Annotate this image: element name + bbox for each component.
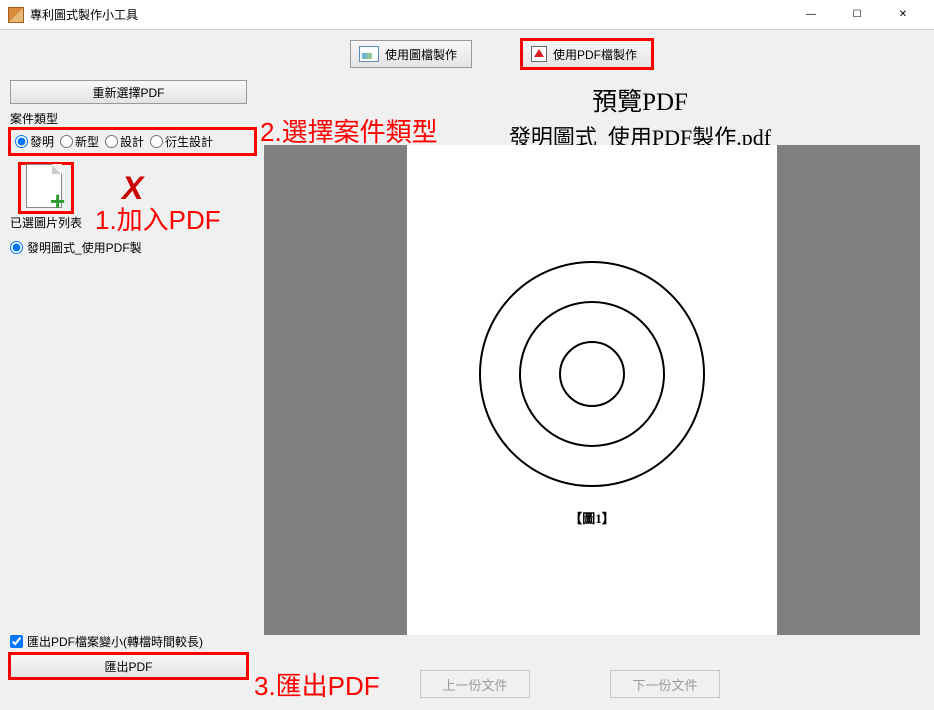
app-icon [8,7,24,23]
case-type-label: 案件類型 [10,110,255,127]
content-area: 使用圖檔製作 使用PDF檔製作 重新選擇PDF 案件類型 發明 新型 設計 衍生… [0,30,934,710]
add-file-button[interactable]: + [20,164,72,212]
use-pdf-label: 使用PDF檔製作 [553,46,637,63]
image-icon [359,46,379,62]
case-type-group: 案件類型 發明 新型 設計 衍生設計 [10,110,255,154]
top-button-row: 使用圖檔製作 使用PDF檔製作 [350,40,652,68]
icon-row: + X [10,164,255,212]
preview-header: 預覽PDF 發明圖式_使用PDF製作.pdf [420,82,860,152]
nav-buttons: 上一份文件 下一份文件 [420,670,720,698]
titlebar: 專利圖式製作小工具 ― ☐ ✕ [0,0,934,30]
radio-derived[interactable]: 衍生設計 [150,133,213,150]
pdf-preview-area: 【圖1】 [264,145,920,635]
reselect-pdf-button[interactable]: 重新選擇PDF [10,80,247,104]
radio-utility-input[interactable] [60,135,73,148]
annotation-3: 3.匯出PDF [254,666,380,703]
maximize-button[interactable]: ☐ [834,0,880,30]
delete-button[interactable]: X [122,170,143,207]
radio-utility[interactable]: 新型 [60,133,99,150]
radio-design-input[interactable] [105,135,118,148]
pdf-page: 【圖1】 [407,145,777,635]
shrink-checkbox-row[interactable]: 匯出PDF檔案變小(轉檔時間較長) [10,633,255,650]
case-type-radio-row: 發明 新型 設計 衍生設計 [10,129,255,154]
file-list: 發明圖式_使用PDF製 [10,237,255,627]
next-doc-button[interactable]: 下一份文件 [610,670,720,698]
radio-invention[interactable]: 發明 [15,133,54,150]
radio-derived-input[interactable] [150,135,163,148]
radio-design[interactable]: 設計 [105,133,144,150]
figure-circles-icon [472,254,712,494]
shrink-checkbox[interactable] [10,635,23,648]
plus-icon: + [50,192,72,214]
radio-invention-input[interactable] [15,135,28,148]
window-title: 專利圖式製作小工具 [30,6,788,23]
prev-doc-button[interactable]: 上一份文件 [420,670,530,698]
use-image-label: 使用圖檔製作 [385,46,457,63]
selected-list-label: 已選圖片列表 [10,214,255,231]
list-item-label: 發明圖式_使用PDF製 [27,239,142,256]
shrink-checkbox-label: 匯出PDF檔案變小(轉檔時間較長) [27,633,203,650]
export-pdf-button[interactable]: 匯出PDF [10,654,247,678]
list-item-radio[interactable] [10,241,23,254]
annotation-2: 2.選擇案件類型 [260,112,438,149]
use-pdf-button[interactable]: 使用PDF檔製作 [522,40,652,68]
figure-label: 【圖1】 [569,508,615,527]
window-controls: ― ☐ ✕ [788,0,926,30]
close-button[interactable]: ✕ [880,0,926,30]
left-panel: 重新選擇PDF 案件類型 發明 新型 設計 衍生設計 + X 已選圖片列表 發明… [10,80,255,678]
use-image-button[interactable]: 使用圖檔製作 [350,40,472,68]
pdf-icon [531,46,547,62]
preview-title: 預覽PDF [420,82,860,118]
list-item[interactable]: 發明圖式_使用PDF製 [10,237,255,258]
minimize-button[interactable]: ― [788,0,834,30]
